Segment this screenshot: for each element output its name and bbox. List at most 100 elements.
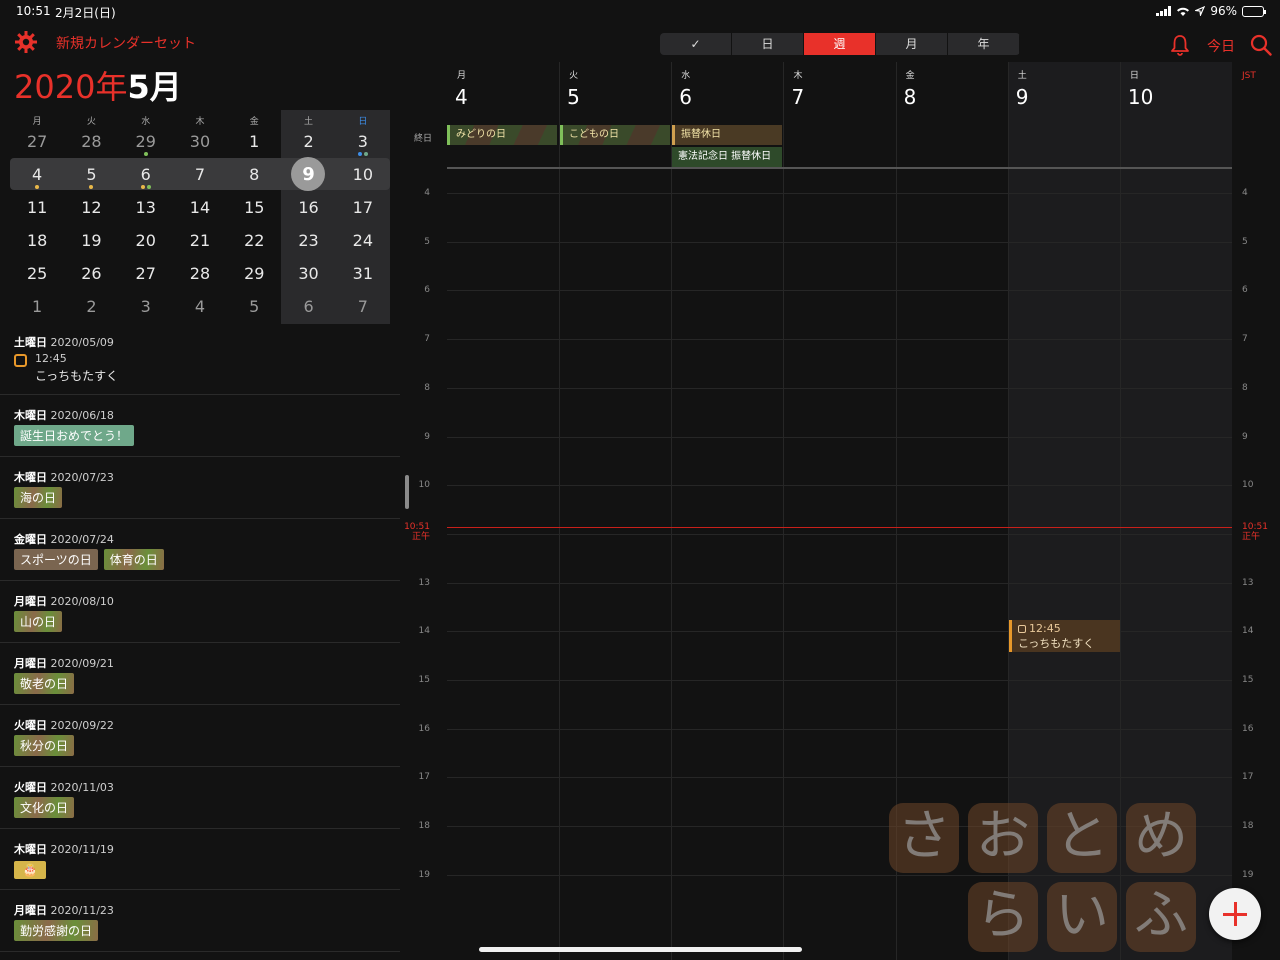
agenda-weekday: 木曜日	[14, 471, 47, 484]
agenda-date: 2020/07/24	[50, 533, 114, 546]
timed-event[interactable]: 12:45 こっちもたすく	[1009, 620, 1120, 652]
mini-calendar-day[interactable]: 28	[64, 131, 118, 153]
mini-calendar-day[interactable]: 11	[10, 197, 64, 219]
day-header[interactable]: 木7	[783, 68, 893, 109]
home-indicator[interactable]	[479, 947, 802, 952]
hour-label-right: 6	[1242, 285, 1248, 296]
gear-icon[interactable]	[14, 30, 38, 54]
mini-calendar-day[interactable]: 28	[173, 263, 227, 285]
allday-event[interactable]: こどもの日	[560, 125, 670, 145]
view-segment[interactable]: 日	[732, 33, 804, 55]
bell-icon[interactable]	[1170, 34, 1190, 56]
watermark-tile: ふ	[1126, 882, 1196, 952]
battery-icon	[1242, 5, 1266, 17]
mini-calendar-day[interactable]: 16	[281, 197, 335, 219]
mini-calendar-day[interactable]: 10	[336, 164, 390, 186]
day-header[interactable]: 水6	[671, 68, 781, 109]
agenda-event-chip[interactable]: 誕生日おめでとう！	[14, 425, 135, 446]
mini-calendar-day[interactable]: 4	[10, 164, 64, 189]
view-segment[interactable]: 年	[948, 33, 1020, 55]
mini-calendar-day[interactable]: 31	[336, 263, 390, 285]
task-checkbox-icon[interactable]	[14, 354, 27, 367]
mini-calendar-day[interactable]: 6	[281, 296, 335, 318]
mini-calendar-day[interactable]: 9	[281, 157, 335, 191]
mini-calendar-day[interactable]: 27	[10, 131, 64, 153]
agenda-event-chip[interactable]: 秋分の日	[14, 735, 75, 756]
agenda-event-chip[interactable]: 勤労感謝の日	[14, 920, 99, 941]
agenda-date-header: 木曜日 2020/11/19	[0, 829, 400, 859]
mini-calendar-day[interactable]: 24	[336, 230, 390, 252]
mini-calendar-day[interactable]: 18	[10, 230, 64, 252]
mini-calendar-day[interactable]: 1	[227, 131, 281, 153]
mini-calendar-day-number: 6	[140, 165, 151, 184]
mini-calendar-day[interactable]: 22	[227, 230, 281, 252]
mini-calendar-day[interactable]: 8	[227, 164, 281, 186]
agenda-event-chip[interactable]: 山の日	[14, 611, 63, 632]
hour-label-right: 10	[1242, 480, 1254, 491]
agenda-event-chip[interactable]: 海の日	[14, 487, 63, 508]
mini-calendar-day-number: 7	[357, 297, 368, 316]
mini-calendar-day-number: 3	[140, 297, 151, 316]
mini-calendar-day[interactable]: 30	[281, 263, 335, 285]
search-icon[interactable]	[1250, 34, 1272, 56]
day-header-weekday: 土	[1017, 71, 1027, 81]
mini-calendar-day[interactable]: 27	[119, 263, 173, 285]
mini-calendar-day[interactable]: 2	[64, 296, 118, 318]
mini-calendar-day[interactable]: 3	[336, 131, 390, 156]
mini-calendar-day[interactable]: 17	[336, 197, 390, 219]
agenda-event-chip[interactable]: スポーツの日	[14, 549, 98, 570]
mini-calendar-day[interactable]: 12	[64, 197, 118, 219]
agenda-event-chip[interactable]: 敬老の日	[14, 673, 75, 694]
today-button[interactable]: 今日	[1207, 36, 1235, 56]
mini-calendar-day[interactable]: 7	[173, 164, 227, 186]
mini-calendar-day-number: 29	[135, 132, 156, 151]
day-header[interactable]: 金8	[896, 68, 1006, 109]
hour-label-right: 18	[1242, 821, 1254, 832]
weekday-label: 木	[195, 117, 205, 127]
mini-calendar-day[interactable]: 25	[10, 263, 64, 285]
day-header-number: 9	[1015, 85, 1029, 109]
mini-calendar-day[interactable]: 14	[173, 197, 227, 219]
agenda-event-chip[interactable]: 体育の日	[103, 549, 164, 570]
watermark-tile: さ	[889, 803, 959, 873]
mini-calendar-day[interactable]: 1	[10, 296, 64, 318]
day-header[interactable]: 日 10	[1120, 68, 1230, 109]
status-bar: 10:51 2月2日(日) 96%	[0, 0, 1280, 22]
hour-line	[447, 339, 1232, 341]
calendar-set-button[interactable]: 新規カレンダーセット	[56, 33, 196, 53]
mini-calendar-day[interactable]: 23	[281, 230, 335, 252]
hour-label-left: 18	[418, 821, 430, 832]
day-header[interactable]: 月4	[447, 68, 557, 109]
mini-calendar-day[interactable]: 2	[281, 131, 335, 153]
mini-calendar-day[interactable]: 19	[64, 230, 118, 252]
view-segment[interactable]: 月	[876, 33, 948, 55]
mini-calendar-day[interactable]: 26	[64, 263, 118, 285]
view-segment[interactable]: ✓	[660, 33, 732, 55]
mini-calendar-day[interactable]: 29	[227, 263, 281, 285]
view-segment[interactable]: 週	[804, 33, 876, 55]
day-header[interactable]: 土9	[1008, 68, 1118, 109]
mini-calendar-day[interactable]: 15	[227, 197, 281, 219]
mini-calendar-day[interactable]: 30	[173, 131, 227, 153]
mini-calendar-day-number: 8	[249, 165, 260, 184]
add-event-button[interactable]	[1209, 888, 1261, 940]
timezone-label: JST	[1242, 71, 1256, 81]
mini-calendar-day[interactable]: 7	[336, 296, 390, 318]
allday-event[interactable]: みどりの日	[447, 125, 557, 145]
mini-calendar-day[interactable]: 13	[119, 197, 173, 219]
agenda-event-chip[interactable]: 文化の日	[14, 797, 75, 818]
mini-calendar-day[interactable]: 5	[227, 296, 281, 318]
month-title-year: 2020年	[14, 68, 128, 106]
mini-calendar-day[interactable]: 29	[119, 131, 173, 156]
mini-calendar-day[interactable]: 3	[119, 296, 173, 318]
mini-calendar-day[interactable]: 4	[173, 296, 227, 318]
mini-calendar-day[interactable]: 21	[173, 230, 227, 252]
mini-calendar-day[interactable]: 6	[119, 164, 173, 189]
allday-event[interactable]: 振替休日	[672, 125, 782, 145]
mini-calendar-day[interactable]: 20	[119, 230, 173, 252]
day-header[interactable]: 火5	[559, 68, 669, 109]
agenda-task[interactable]: 12:45 こっちもたすく	[0, 352, 400, 394]
agenda-event-chip[interactable]: 🎂	[14, 861, 46, 879]
allday-event[interactable]: 憲法記念日 振替休日	[672, 147, 782, 167]
mini-calendar-day[interactable]: 5	[64, 164, 118, 189]
